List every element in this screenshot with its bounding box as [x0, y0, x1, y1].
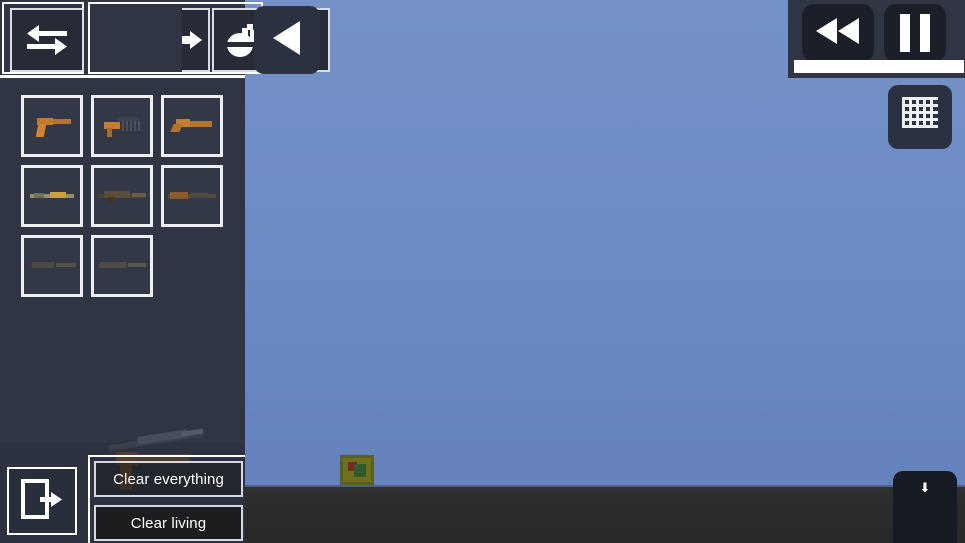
- carbine-icon: [168, 189, 216, 203]
- inventory-slot-pistol[interactable]: [21, 95, 83, 157]
- pause-button[interactable]: [884, 4, 946, 62]
- playback-progress-fill: [794, 60, 964, 73]
- move-button[interactable]: [182, 8, 210, 72]
- toolbar-group-tools: [88, 2, 330, 74]
- game-screen: Clear everything Clear living ⬇: [0, 0, 965, 543]
- clear-everything-button[interactable]: Clear everything: [94, 461, 243, 497]
- arrow-right-icon: [182, 29, 204, 51]
- ammo-crate-object[interactable]: [340, 455, 374, 485]
- sidebar-toolbar: [0, 0, 330, 78]
- pause-icon: [895, 14, 935, 52]
- rifle-gold-icon: [30, 189, 74, 203]
- inventory-slot-carbine[interactable]: [161, 165, 223, 227]
- triangle-left-icon: [270, 19, 304, 62]
- exit-door-icon: [20, 478, 64, 525]
- toolbar-divider: [0, 75, 245, 78]
- assault-rifle-icon: [98, 188, 146, 204]
- inventory-slot-assault-rifle[interactable]: [91, 165, 153, 227]
- shotgun-icon: [170, 117, 212, 135]
- toolbar-group-transform: [2, 2, 84, 74]
- inventory-slot-shotgun[interactable]: [161, 95, 223, 157]
- swap-arrows-icon: [25, 23, 69, 57]
- swap-button[interactable]: [10, 8, 84, 72]
- sniper-rifle-icon: [28, 260, 76, 272]
- grid-toggle-button[interactable]: [888, 85, 952, 149]
- exit-button[interactable]: [7, 467, 77, 535]
- inventory-slot-submachine-gun[interactable]: [91, 95, 153, 157]
- drop-button[interactable]: ⬇: [893, 471, 957, 543]
- arrow-down-icon: ⬇: [919, 480, 931, 495]
- playback-panel: [788, 0, 965, 78]
- inventory-row: [21, 235, 231, 297]
- inventory-row: [21, 95, 231, 157]
- playback-progress-slider[interactable]: [794, 60, 964, 73]
- inventory-slot-sniper-rifle[interactable]: [21, 235, 83, 297]
- rewind-icon: [814, 16, 862, 51]
- pistol-icon: [33, 115, 71, 137]
- crate-detail-green: [354, 464, 366, 477]
- marksman-rifle-icon: [98, 260, 146, 272]
- weapon-inventory-grid: [21, 95, 231, 305]
- inventory-slot-marksman-rifle[interactable]: [91, 235, 153, 297]
- inventory-row: [21, 165, 231, 227]
- back-button[interactable]: [254, 6, 320, 74]
- inventory-slot-rifle-gold[interactable]: [21, 165, 83, 227]
- grid-icon: [900, 95, 940, 140]
- clear-actions-panel: Clear everything Clear living: [88, 455, 245, 543]
- rewind-button[interactable]: [802, 4, 874, 62]
- clear-living-button[interactable]: Clear living: [94, 505, 243, 541]
- submachine-gun-icon: [102, 114, 142, 138]
